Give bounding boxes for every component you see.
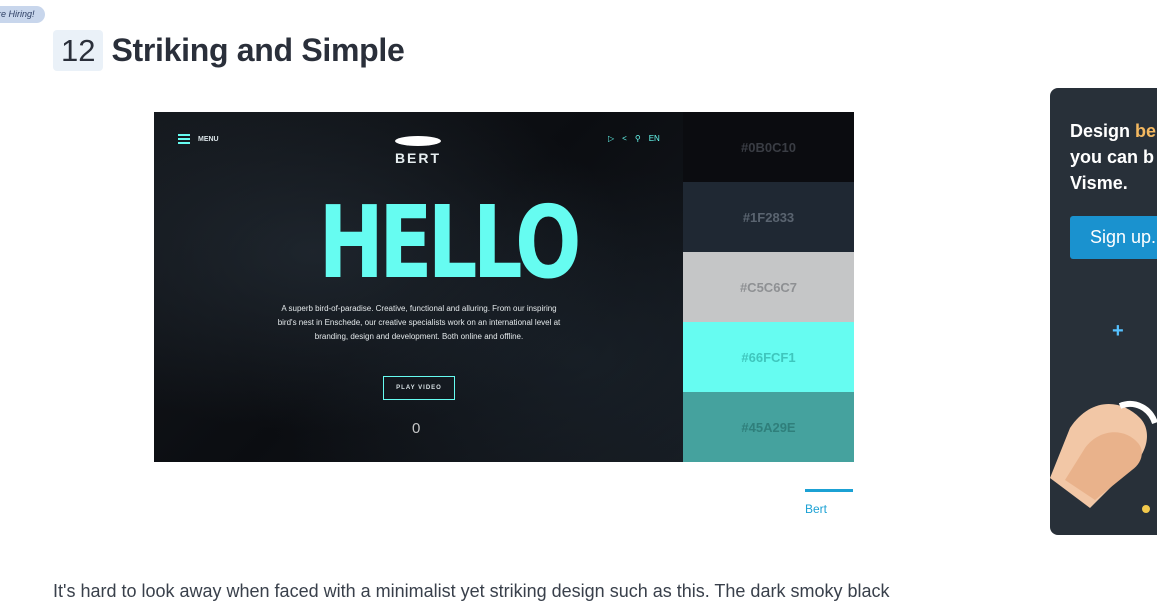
palette-swatch: #66FCF1: [683, 322, 854, 392]
mockup-logo-text: BERT: [394, 150, 442, 166]
section-title: Striking and Simple: [111, 32, 405, 68]
website-mockup-image: MENU BERT ▷ < ⚲ EN HELLO A superb bird-o…: [154, 112, 854, 462]
color-palette: #0B0C10 #1F2833 #C5C6C7 #66FCF1 #45A29E: [683, 112, 854, 462]
palette-swatch: #1F2833: [683, 182, 854, 252]
section-heading: 12 Striking and Simple: [53, 30, 405, 71]
image-caption-link[interactable]: Bert: [805, 502, 827, 516]
swatch-hex: #C5C6C7: [739, 279, 798, 295]
hiring-badge[interactable]: re Hiring!: [0, 6, 45, 23]
globe-icon: ⚲: [634, 134, 641, 143]
swatch-hex: #0B0C10: [741, 139, 796, 155]
mockup-counter: 0: [412, 420, 421, 437]
visme-promo-panel: Design be you can b Visme. Sign up. +: [1050, 88, 1157, 535]
sign-up-button[interactable]: Sign up.: [1070, 216, 1157, 259]
mockup-menu: MENU: [178, 134, 219, 144]
mockup-hero: MENU BERT ▷ < ⚲ EN HELLO A superb bird-o…: [154, 112, 683, 462]
promo-title-highlight: be: [1135, 121, 1157, 141]
mockup-description: A superb bird-of-paradise. Creative, fun…: [277, 304, 561, 341]
mockup-play-video-button: PLAY VIDEO: [383, 376, 455, 400]
swatch-hex: #1F2833: [742, 209, 795, 225]
palette-swatch: #45A29E: [683, 392, 854, 462]
promo-title-line2: you can b: [1070, 147, 1155, 167]
body-paragraph: It's hard to look away when faced with a…: [53, 581, 890, 601]
mockup-icons: ▷ < ⚲ EN: [608, 134, 660, 143]
palette-swatch: #0B0C10: [683, 112, 854, 182]
section-number: 12: [53, 30, 104, 71]
promo-title-line1: Design: [1070, 121, 1136, 141]
plus-icon: +: [1112, 320, 1124, 342]
mockup-menu-label: MENU: [198, 135, 219, 143]
swatch-hex: #66FCF1: [741, 349, 796, 365]
share-icon: <: [622, 134, 627, 143]
palette-swatch: #C5C6C7: [683, 252, 854, 322]
mockup-logo: BERT: [392, 130, 444, 166]
caption-divider: [805, 489, 853, 492]
promo-title: Design be you can b Visme.: [1070, 118, 1157, 196]
carousel-dot[interactable]: [1142, 505, 1150, 513]
hamburger-icon: [178, 134, 190, 144]
bird-logo-icon: [395, 136, 441, 146]
swatch-hex: #45A29E: [741, 419, 796, 435]
play-icon: ▷: [608, 134, 615, 143]
heart-hands-illustration: [1050, 401, 1157, 508]
mockup-hero-title: HELLO: [318, 184, 582, 301]
promo-title-line3: Visme.: [1070, 173, 1128, 193]
mockup-lang: EN: [648, 134, 660, 143]
